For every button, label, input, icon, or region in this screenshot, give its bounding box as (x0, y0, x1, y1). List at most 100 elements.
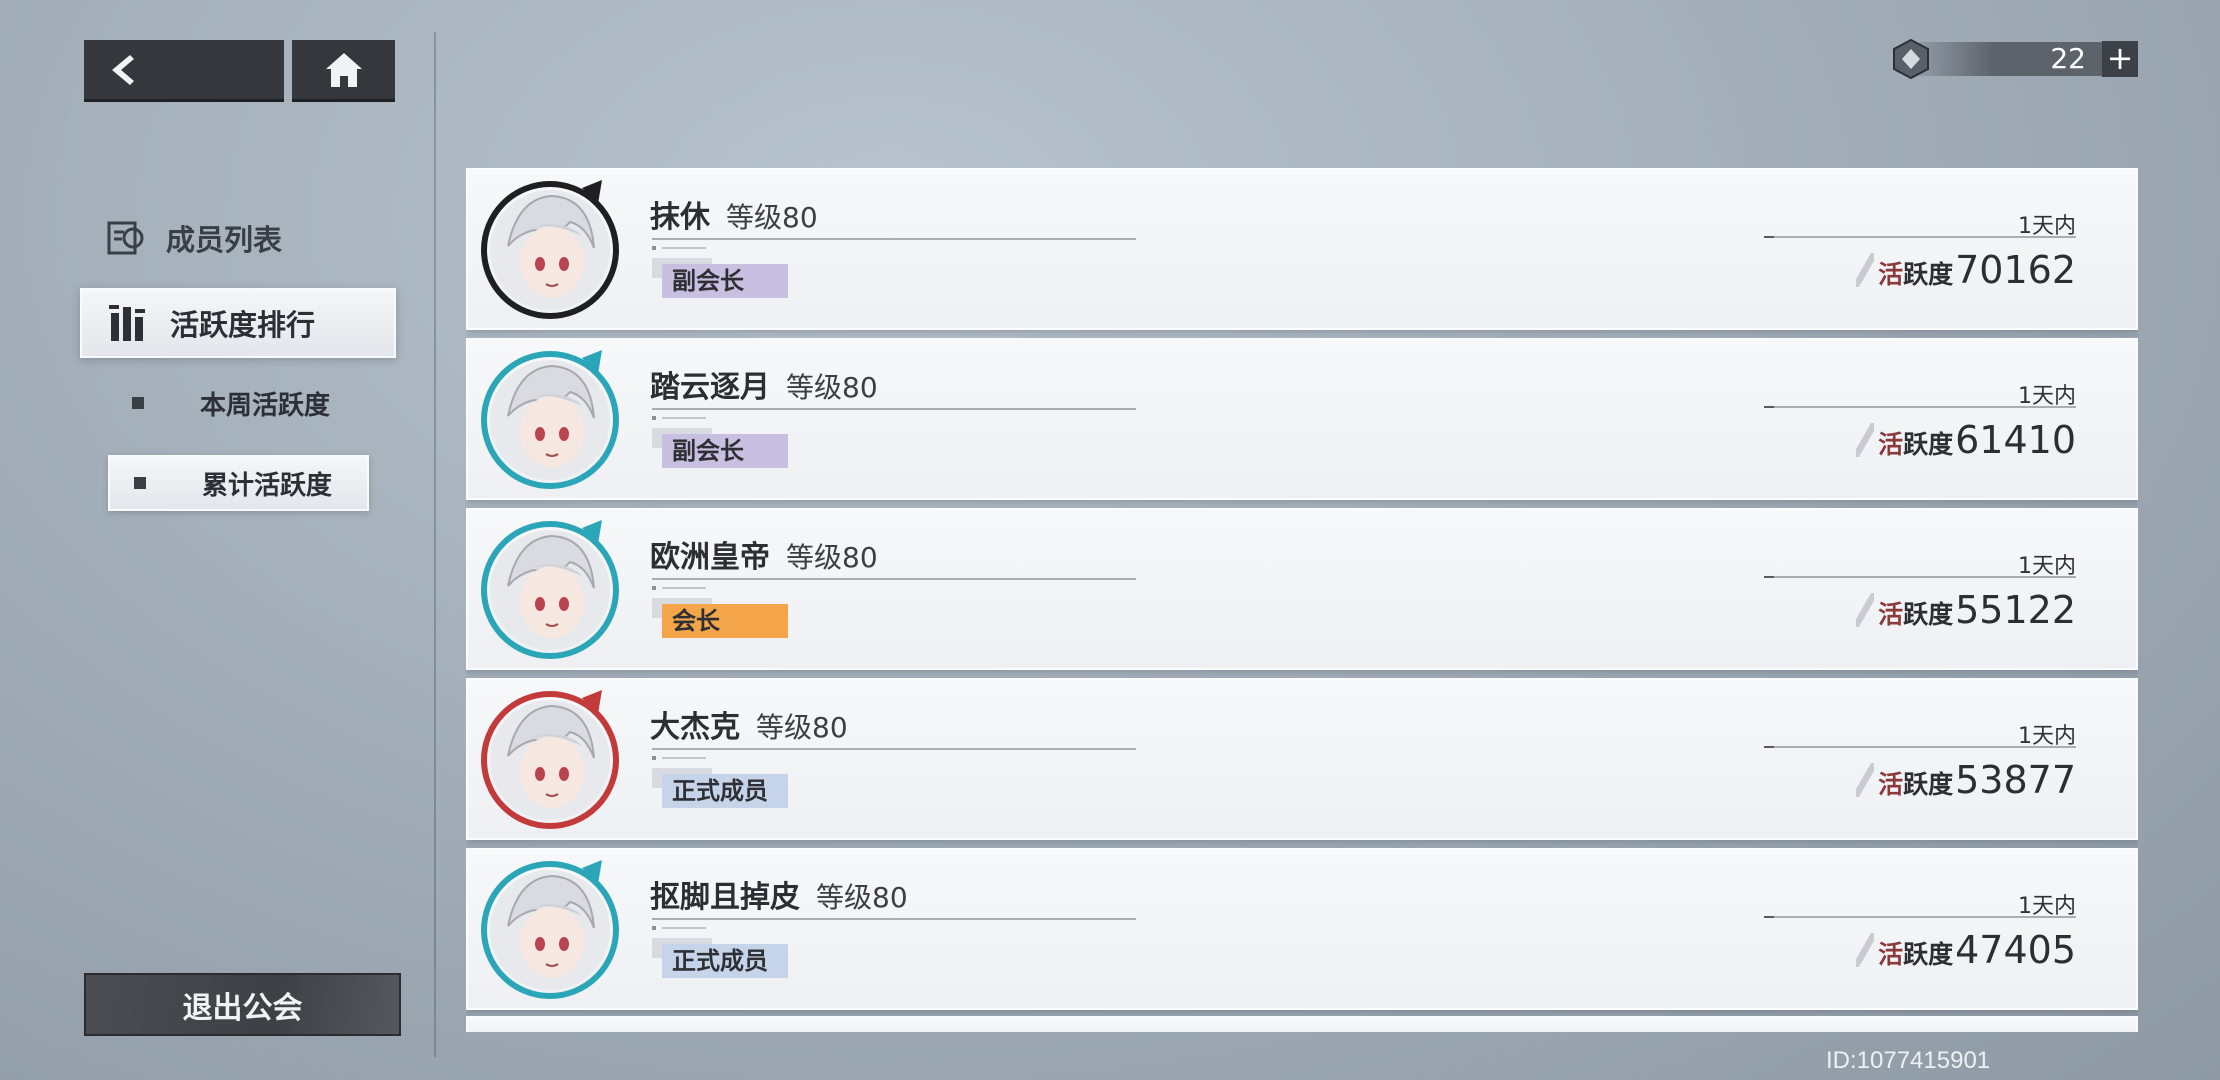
sub-item-label: 本周活跃度 (200, 390, 331, 421)
sidebar-divider (434, 32, 436, 1057)
member-level: 等级80 (786, 541, 878, 574)
back-button[interactable] (84, 40, 284, 102)
slash-icon (1856, 593, 1875, 627)
activity-score: 活跃度 55122 (1856, 588, 2076, 632)
activity-score: 活跃度 70162 (1856, 248, 2076, 292)
divider-dot (652, 586, 656, 590)
table-row[interactable]: 欧洲皇帝 等级80 会长 1天内 活跃度 55122 (466, 508, 2138, 670)
activity-label-accent: 活 (1878, 260, 1904, 289)
member-level: 等级80 (726, 201, 818, 234)
add-currency-button[interactable]: + (2102, 41, 2138, 77)
member-level: 等级80 (786, 371, 878, 404)
activity-value: 47405 (1955, 928, 2076, 972)
activity-label-rest: 跃度 (1903, 940, 1954, 969)
table-row[interactable] (466, 1016, 2138, 1032)
ticket-icon (1893, 38, 1929, 80)
slash-icon (1856, 763, 1875, 797)
sub-item-total-activity[interactable]: 累计活跃度 (108, 455, 369, 511)
member-name: 抠脚且掉皮 (650, 880, 800, 915)
activity-score: 活跃度 53877 (1856, 758, 2076, 802)
divider-dot (652, 416, 656, 420)
role-badge: 正式成员 (662, 944, 788, 978)
sidebar-item-members[interactable]: 成员列表 (106, 210, 282, 266)
sidebar-item-activity-label: 活跃度排行 (170, 308, 316, 342)
leave-guild-label: 退出公会 (182, 990, 303, 1026)
activity-value: 53877 (1955, 758, 2076, 802)
sub-item-weekly-activity[interactable]: 本周活跃度 (132, 383, 330, 423)
name-divider (652, 408, 1136, 410)
time-divider (1764, 236, 2076, 238)
table-row[interactable]: 抠脚且掉皮 等级80 正式成员 1天内 活跃度 47405 (466, 848, 2138, 1010)
divider-dot (652, 246, 656, 250)
role-badge: 副会长 (662, 264, 788, 298)
time-divider (1764, 576, 2076, 578)
time-divider (1764, 406, 2076, 408)
activity-label: 活跃度 (1878, 255, 1953, 291)
avatar[interactable] (478, 856, 620, 1002)
activity-label-rest: 跃度 (1903, 600, 1954, 629)
name-divider (652, 578, 1136, 580)
sub-item-label: 累计活跃度 (202, 470, 333, 501)
role-badge: 正式成员 (662, 774, 788, 808)
member-activity-list[interactable]: 抹休 等级80 副会长 1天内 活跃度 70162 踏云逐月 等级80 副会长 … (466, 168, 2138, 1032)
slash-icon (1856, 933, 1875, 967)
activity-label-rest: 跃度 (1903, 770, 1954, 799)
member-name: 欧洲皇帝 (650, 540, 770, 575)
currency-display: 22 + (1890, 38, 2138, 80)
divider-tick (662, 247, 706, 249)
member-name: 踏云逐月 (650, 370, 770, 405)
home-button[interactable] (292, 40, 395, 102)
member-name: 大杰克 (650, 710, 740, 745)
avatar[interactable] (478, 176, 620, 322)
player-id: ID:1077415901 (1826, 1047, 1991, 1074)
name-divider (652, 918, 1136, 920)
home-icon (325, 52, 362, 87)
member-name-line: 抹休 等级80 (650, 192, 818, 236)
divider-tick (662, 587, 706, 589)
divider-tick (662, 927, 706, 929)
avatar[interactable] (478, 686, 620, 832)
activity-value: 61410 (1955, 418, 2076, 462)
activity-score: 活跃度 47405 (1856, 928, 2076, 972)
leave-guild-button[interactable]: 退出公会 (84, 973, 401, 1036)
bullet-icon (134, 477, 146, 489)
avatar[interactable] (478, 516, 620, 662)
time-divider (1764, 746, 2076, 748)
table-row[interactable]: 踏云逐月 等级80 副会长 1天内 活跃度 61410 (466, 338, 2138, 500)
divider-tick (662, 757, 706, 759)
role-badge: 副会长 (662, 434, 788, 468)
member-level: 等级80 (756, 711, 848, 744)
activity-label: 活跃度 (1878, 935, 1953, 971)
activity-label-rest: 跃度 (1903, 430, 1954, 459)
table-row[interactable]: 大杰克 等级80 正式成员 1天内 活跃度 53877 (466, 678, 2138, 840)
ranking-icon (109, 305, 145, 341)
back-arrow-icon (112, 54, 134, 85)
slash-icon (1856, 253, 1875, 287)
activity-label-accent: 活 (1878, 940, 1904, 969)
role-badge: 会长 (662, 604, 788, 638)
time-divider (1764, 916, 2076, 918)
avatar[interactable] (478, 346, 620, 492)
sidebar-item-members-label: 成员列表 (166, 223, 283, 257)
member-level: 等级80 (816, 881, 908, 914)
name-divider (652, 238, 1136, 240)
sidebar-item-activity-ranking[interactable]: 活跃度排行 (80, 288, 396, 358)
activity-label-accent: 活 (1878, 430, 1904, 459)
name-divider (652, 748, 1136, 750)
divider-dot (652, 756, 656, 760)
member-name-line: 踏云逐月 等级80 (650, 362, 878, 406)
activity-label: 活跃度 (1878, 425, 1953, 461)
bullet-icon (132, 397, 144, 409)
divider-tick (662, 417, 706, 419)
activity-label-accent: 活 (1878, 600, 1904, 629)
activity-label-accent: 活 (1878, 770, 1904, 799)
table-row[interactable]: 抹休 等级80 副会长 1天内 活跃度 70162 (466, 168, 2138, 330)
member-name: 抹休 (650, 200, 710, 235)
member-name-line: 欧洲皇帝 等级80 (650, 532, 878, 576)
divider-dot (652, 926, 656, 930)
activity-value: 55122 (1955, 588, 2076, 632)
activity-label-rest: 跃度 (1903, 260, 1954, 289)
activity-value: 70162 (1955, 248, 2076, 292)
member-name-line: 抠脚且掉皮 等级80 (650, 872, 908, 916)
activity-score: 活跃度 61410 (1856, 418, 2076, 462)
